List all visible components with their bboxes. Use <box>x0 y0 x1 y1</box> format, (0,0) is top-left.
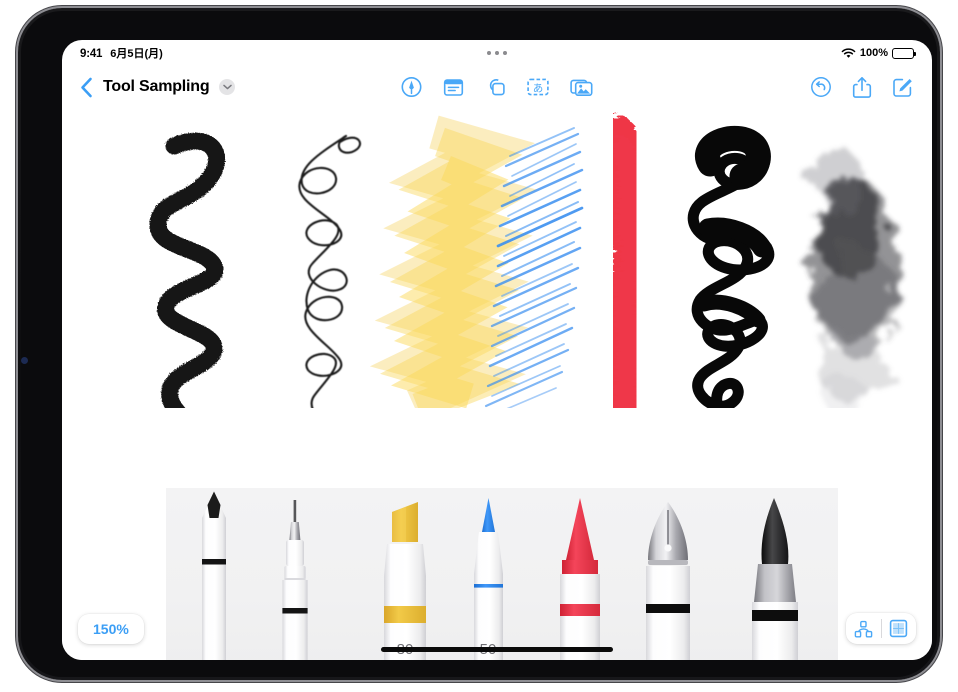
blue-pen-stroke <box>484 127 584 408</box>
back-chevron-icon[interactable] <box>80 77 93 98</box>
tool-illustrations: 80 50 <box>202 491 798 661</box>
technical-pen-tool[interactable] <box>282 500 308 660</box>
canvas-grid-icon[interactable] <box>881 613 916 644</box>
share-icon[interactable] <box>852 76 872 99</box>
chevron-down-icon[interactable] <box>219 79 236 95</box>
compose-icon[interactable] <box>892 76 914 98</box>
battery-full-icon <box>892 47 916 59</box>
battery-cap <box>914 51 916 57</box>
text-box-icon[interactable]: あ <box>527 77 550 97</box>
status-bar: 9:41 6月5日(月) 100% <box>62 40 932 66</box>
pencil-stroke <box>149 132 226 408</box>
tool-palette-strip: 80 50 <box>166 488 838 660</box>
technical-pen-stroke <box>298 134 362 408</box>
drawing-canvas[interactable]: 80 50 <box>62 108 932 660</box>
dot <box>495 51 499 55</box>
highlighter-tool[interactable]: 80 <box>384 502 426 660</box>
status-time: 9:41 <box>80 48 103 60</box>
text-document-icon[interactable] <box>443 77 465 98</box>
tablet-screen: 9:41 6月5日(月) 100% Tool Sampling あ 150% <box>62 40 932 660</box>
toolbar-actions <box>810 76 914 99</box>
canvas-controls <box>845 613 916 644</box>
app-toolbar: Tool Sampling あ <box>62 66 932 108</box>
watercolor-stroke <box>810 148 898 408</box>
bezel-sensor-dot <box>21 357 28 364</box>
multitasking-dots-icon[interactable] <box>487 51 507 55</box>
pencil-tool[interactable] <box>202 491 226 661</box>
dot <box>503 51 507 55</box>
shapes-icon[interactable] <box>485 77 507 98</box>
crayon-stroke <box>600 116 648 408</box>
watercolor-brush-tool[interactable] <box>752 498 798 660</box>
toolbar-tools: あ <box>401 76 594 98</box>
highlighter-stroke <box>369 115 537 408</box>
toolbar-left: Tool Sampling <box>80 77 236 98</box>
text-box-glyph: あ <box>533 82 544 94</box>
device-frame: 9:41 6月5日(月) 100% Tool Sampling あ 150% <box>18 8 940 680</box>
undo-icon[interactable] <box>810 76 832 98</box>
status-bar-right: 100% <box>841 47 916 59</box>
markup-tool-icon[interactable] <box>401 76 423 98</box>
status-bar-left: 9:41 6月5日(月) <box>80 45 163 61</box>
fountain-pen-tool[interactable] <box>646 502 690 660</box>
stroke-samples <box>149 115 898 408</box>
home-indicator[interactable] <box>381 647 613 652</box>
blue-pen-tool[interactable]: 50 <box>474 498 503 660</box>
battery-percent: 100% <box>859 47 888 59</box>
page-title[interactable]: Tool Sampling <box>103 78 210 96</box>
wifi-icon <box>841 47 856 59</box>
dot <box>487 51 491 55</box>
zoom-level-badge[interactable]: 150% <box>78 614 144 644</box>
status-date: 6月5日(月) <box>110 48 163 60</box>
fountain-pen-stroke <box>687 125 775 408</box>
path-nodes-icon[interactable] <box>846 613 881 644</box>
crayon-tool[interactable] <box>560 498 600 660</box>
media-photos-icon[interactable] <box>570 77 594 98</box>
